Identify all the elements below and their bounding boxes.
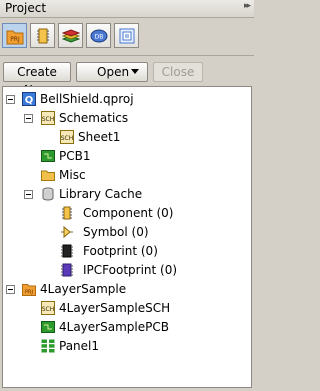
tree-item-label: IPCFootprint (0) — [83, 263, 178, 277]
tree-item-label: Footprint (0) — [83, 244, 158, 258]
collapse-toggle-icon[interactable] — [24, 190, 33, 199]
tree-item-label: BellShield.qproj — [40, 92, 134, 106]
ipc-footprint-icon — [61, 263, 73, 277]
tree-item-label: Sheet1 — [78, 130, 121, 144]
open-button[interactable]: Open — [76, 62, 148, 82]
tree-item-schematics[interactable]: SCH Schematics — [3, 109, 251, 128]
project-file-icon: Q — [22, 92, 36, 106]
project-tree: Q BellShield.qproj SCH Schematics SCH Sh… — [2, 86, 252, 388]
tree-item-bellshield[interactable]: Q BellShield.qproj — [3, 90, 251, 109]
tree-item-sheet1[interactable]: SCH Sheet1 — [3, 128, 251, 147]
create-new-button[interactable]: Create New — [3, 62, 71, 97]
database-view-button[interactable]: DB — [86, 23, 111, 48]
tree-item-ipcfootprint[interactable]: IPCFootprint (0) — [3, 261, 251, 280]
tree-item-panel1[interactable]: Panel1 — [3, 337, 251, 356]
svg-text:SCH: SCH — [42, 116, 55, 123]
tree-item-4layersample[interactable]: PRJ 4LayerSample — [3, 280, 251, 299]
tree-item-label: 4LayerSamplePCB — [59, 320, 169, 334]
schematic-icon: SCH — [41, 301, 55, 315]
tree-item-misc[interactable]: Misc — [3, 166, 251, 185]
schematic-sheet-icon: SCH — [60, 130, 74, 144]
collapse-panel-icon[interactable]: ▸▸ — [244, 1, 251, 11]
close-button[interactable]: Close — [153, 62, 203, 82]
svg-text:SCH: SCH — [42, 306, 55, 313]
collapse-toggle-icon[interactable] — [24, 114, 33, 123]
tree-item-label: Schematics — [59, 111, 129, 125]
tree-item-symbol[interactable]: Symbol (0) — [3, 223, 251, 242]
project-view-icon: PRJ — [6, 30, 24, 45]
database-view-icon: DB — [90, 29, 108, 43]
project-panel: Project ▸▸ PRJ DB Create Open Close Q Be… — [0, 0, 254, 391]
schematic-icon: SCH — [41, 111, 55, 125]
project-folder-icon: PRJ — [22, 284, 36, 296]
pcb-icon — [41, 321, 55, 333]
svg-text:DB: DB — [95, 34, 104, 41]
tree-item-4layersample-pcb[interactable]: 4LayerSamplePCB — [3, 318, 251, 337]
layers-view-button[interactable] — [58, 23, 83, 48]
project-view-button[interactable]: PRJ — [2, 23, 27, 48]
chevron-down-icon — [131, 69, 139, 74]
tree-item-label: Symbol (0) — [83, 225, 149, 239]
component-icon — [62, 206, 72, 220]
folder-icon — [41, 170, 55, 181]
tree-item-label: 4LayerSample — [40, 282, 127, 296]
tree-item-4layersample-sch[interactable]: SCH 4LayerSampleSCH — [3, 299, 251, 318]
tree-item-label: PCB1 — [59, 149, 91, 163]
library-view-icon — [119, 28, 135, 44]
tree-item-footprint[interactable]: Footprint (0) — [3, 242, 251, 261]
tree-item-component[interactable]: Component (0) — [3, 204, 251, 223]
svg-text:PRJ: PRJ — [10, 36, 20, 43]
tree-item-label: Component (0) — [83, 206, 174, 220]
panel-title: Project — [5, 1, 47, 15]
tree-item-label: 4LayerSampleSCH — [59, 301, 171, 315]
svg-text:Q: Q — [25, 95, 34, 106]
svg-text:SCH: SCH — [61, 135, 74, 142]
component-view-button[interactable] — [30, 23, 55, 48]
panel-titlebar: Project ▸▸ — [0, 0, 254, 18]
symbol-icon — [61, 225, 73, 239]
tree-item-library-cache[interactable]: Library Cache — [3, 185, 251, 204]
panel-grid-icon — [41, 339, 55, 353]
tree-item-pcb1[interactable]: PCB1 — [3, 147, 251, 166]
database-icon — [42, 187, 54, 201]
pcb-icon — [41, 150, 55, 162]
open-button-label: Open — [97, 65, 130, 79]
tree-item-label: Panel1 — [59, 339, 100, 353]
component-view-icon — [37, 28, 49, 44]
tree-item-label: Misc — [59, 168, 86, 182]
layers-view-icon — [62, 29, 80, 43]
tree-item-label: Library Cache — [59, 187, 143, 201]
collapse-toggle-icon[interactable] — [6, 285, 15, 294]
collapse-toggle-icon[interactable] — [6, 95, 15, 104]
footprint-icon — [61, 244, 73, 258]
svg-text:PRJ: PRJ — [25, 290, 33, 296]
library-view-button[interactable] — [114, 23, 139, 48]
toolbar-divider — [0, 55, 254, 56]
